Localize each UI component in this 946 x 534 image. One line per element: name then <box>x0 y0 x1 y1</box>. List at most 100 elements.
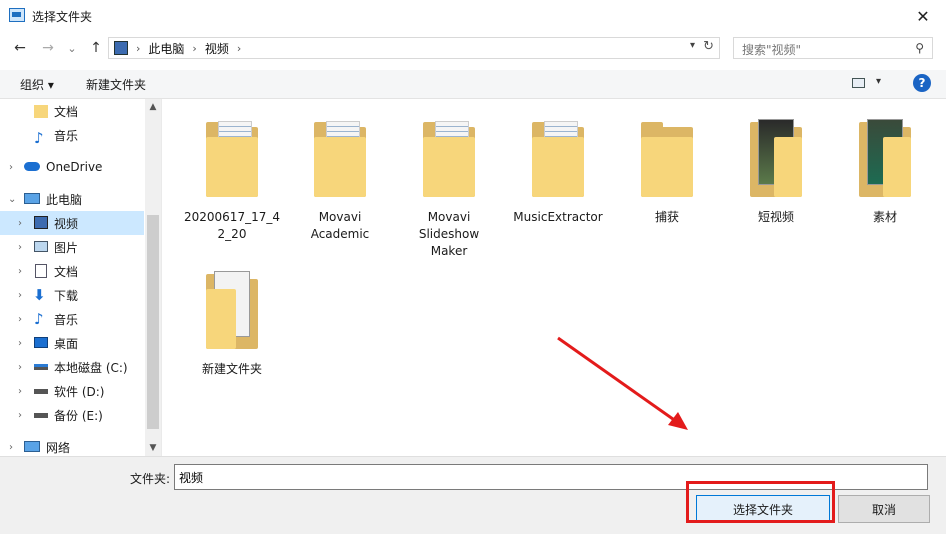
sidebar-item-label: 文档 <box>54 104 79 119</box>
folder-label: Movavi Slideshow Maker <box>418 210 480 258</box>
chevron-down-icon: ⌄ <box>67 41 77 55</box>
sidebar-item-label: 网络 <box>46 440 71 455</box>
close-button[interactable]: ✕ <box>900 0 946 32</box>
folder-label: MusicExtractor <box>513 210 603 224</box>
back-button[interactable]: ← <box>10 38 30 58</box>
search-icon: ⚲ <box>915 41 924 55</box>
folder-item[interactable]: 20200617_17_4 2_20 <box>182 115 282 243</box>
picture-icon <box>34 241 48 252</box>
sidebar-item-music-quick[interactable]: ♪ 音乐 <box>0 123 144 147</box>
cancel-button[interactable]: 取消 <box>838 495 930 523</box>
address-dropdown-icon[interactable]: ▾ <box>690 40 695 51</box>
address-bar[interactable]: › 此电脑 › 视频 › ▾ ↻ <box>108 37 720 59</box>
sidebar-item-music[interactable]: › ♪ 音乐 <box>0 307 144 331</box>
folder-icon <box>308 115 372 201</box>
sidebar-item-downloads[interactable]: › ⬇ 下载 <box>0 283 144 307</box>
breadcrumb-this-pc[interactable]: 此电脑 <box>148 40 184 57</box>
annotation-highlight-box <box>686 481 835 523</box>
chevron-right-icon[interactable]: › <box>18 362 22 373</box>
sidebar-item-label: 文档 <box>54 264 79 279</box>
annotation-arrow-icon <box>557 336 688 430</box>
sidebar-item-label: 图片 <box>54 240 79 255</box>
sidebar-item-videos[interactable]: › 视频 <box>0 211 144 235</box>
chevron-right-icon[interactable]: › <box>18 266 22 277</box>
sidebar-item-documents[interactable]: › 文档 <box>0 259 144 283</box>
scroll-down-icon[interactable]: ▼ <box>145 440 161 456</box>
chevron-right-icon[interactable]: › <box>18 410 22 421</box>
navigation-pane: 文档 ♪ 音乐 › OneDrive ⌄ 此电脑 › 视频 › 图片 › 文档 … <box>0 99 162 456</box>
new-folder-button[interactable]: 新建文件夹 <box>86 76 146 93</box>
sidebar-item-documents-quick[interactable]: 文档 <box>0 99 144 123</box>
chevron-right-icon[interactable]: › <box>18 242 22 253</box>
chevron-right-icon[interactable]: › <box>237 42 241 55</box>
computer-icon <box>24 193 40 204</box>
sidebar-item-label: 视频 <box>54 216 79 231</box>
close-icon: ✕ <box>916 6 930 26</box>
window-icon <box>9 8 25 22</box>
folder-item[interactable]: 新建文件夹 <box>182 267 282 378</box>
scrollbar-thumb[interactable] <box>147 215 159 429</box>
chevron-right-icon[interactable]: › <box>18 386 22 397</box>
folder-item[interactable]: 短视频 <box>726 115 826 226</box>
help-icon[interactable]: ? <box>913 74 931 92</box>
sidebar-item-label: 软件 (D:) <box>54 384 105 399</box>
sidebar-item-desktop[interactable]: › 桌面 <box>0 331 144 355</box>
folder-label: 新建文件夹 <box>201 362 262 376</box>
view-dropdown-icon[interactable]: ▾ <box>876 76 881 87</box>
chevron-right-icon[interactable]: › <box>18 314 22 325</box>
drive-icon <box>34 389 48 394</box>
sidebar-item-drive-e[interactable]: › 备份 (E:) <box>0 403 144 427</box>
chevron-right-icon: › <box>136 41 141 55</box>
folder-item[interactable]: Movavi Slideshow Maker <box>399 115 499 260</box>
sidebar-item-label: 此电脑 <box>46 192 83 207</box>
arrow-up-icon: ↑ <box>90 40 102 56</box>
sidebar-scrollbar[interactable]: ▲ ▼ <box>145 99 161 456</box>
forward-button[interactable]: → <box>38 38 58 58</box>
up-button[interactable]: ↑ <box>86 38 106 58</box>
folder-label: 素材 <box>872 210 897 224</box>
sidebar-item-this-pc[interactable]: ⌄ 此电脑 <box>0 187 144 211</box>
video-folder-icon <box>200 267 264 353</box>
chevron-right-icon[interactable]: › <box>9 442 13 453</box>
folder-icon <box>635 115 699 201</box>
drive-icon <box>34 364 48 370</box>
music-icon: ♪ <box>34 310 44 328</box>
video-folder-icon <box>853 115 917 201</box>
sidebar-item-onedrive[interactable]: › OneDrive <box>0 155 144 179</box>
folder-label: Movavi Academic <box>310 210 370 241</box>
breadcrumb-videos[interactable]: 视频 <box>205 40 229 57</box>
document-icon <box>35 264 47 278</box>
cloud-icon <box>24 162 40 171</box>
folder-label: 短视频 <box>757 210 794 224</box>
window-title: 选择文件夹 <box>32 10 93 24</box>
chevron-right-icon[interactable]: › <box>18 338 22 349</box>
folder-icon <box>417 115 481 201</box>
download-icon: ⬇ <box>33 286 46 304</box>
organize-menu[interactable]: 组织 ▾ <box>20 76 54 93</box>
recent-locations-button[interactable]: ⌄ <box>62 38 82 58</box>
sidebar-item-label: 下载 <box>54 288 79 303</box>
scroll-up-icon[interactable]: ▲ <box>145 99 161 115</box>
chevron-right-icon[interactable]: › <box>18 290 22 301</box>
network-icon <box>24 441 40 452</box>
music-icon: ♪ <box>34 128 44 147</box>
refresh-icon[interactable]: ↻ <box>703 39 714 54</box>
folder-item[interactable]: 捕获 <box>617 115 717 226</box>
folder-icon <box>200 115 264 201</box>
folder-name-label: 文件夹: <box>130 472 171 486</box>
search-input[interactable]: 搜索"视频" ⚲ <box>733 37 933 59</box>
chevron-right-icon[interactable]: › <box>18 218 22 229</box>
sidebar-item-label: 桌面 <box>54 336 79 351</box>
folder-label: 捕获 <box>654 210 679 224</box>
folder-item[interactable]: 素材 <box>835 115 935 226</box>
chevron-right-icon: › <box>192 41 197 55</box>
folder-item[interactable]: Movavi Academic <box>290 115 390 243</box>
sidebar-item-drive-c[interactable]: › 本地磁盘 (C:) <box>0 355 144 379</box>
chevron-down-icon[interactable]: ⌄ <box>8 194 16 205</box>
sidebar-item-pictures[interactable]: › 图片 <box>0 235 144 259</box>
view-options-icon[interactable] <box>852 78 865 88</box>
folder-item[interactable]: MusicExtractor <box>508 115 608 226</box>
chevron-right-icon[interactable]: › <box>9 162 13 173</box>
sidebar-item-drive-d[interactable]: › 软件 (D:) <box>0 379 144 403</box>
video-folder-icon <box>744 115 808 201</box>
